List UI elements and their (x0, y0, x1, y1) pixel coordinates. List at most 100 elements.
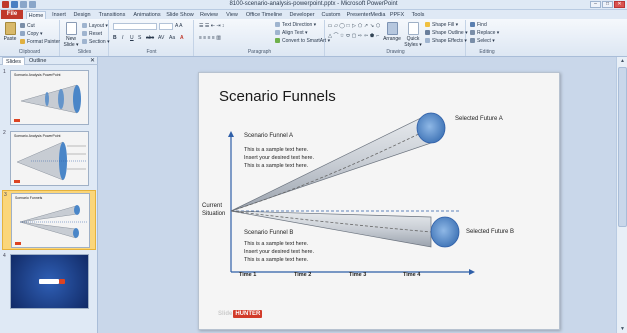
text-direction-button[interactable]: Text Direction ▾ (275, 22, 316, 29)
select-button[interactable]: Select ▾ (470, 38, 495, 45)
thumbnail-funnel-graphic (16, 141, 86, 181)
section-button[interactable]: Section ▾ (82, 39, 110, 46)
editing-label: Editing (479, 49, 495, 55)
tab-custom[interactable]: Custom (320, 11, 342, 19)
find-button[interactable]: Find (470, 22, 487, 29)
time-2-label[interactable]: Time 2 (294, 272, 311, 278)
layout-button[interactable]: Layout ▾ (82, 23, 108, 30)
thumbnail-preview: Scenario Analysis PowerPoint (10, 131, 89, 186)
spacing-button[interactable]: AV (158, 35, 164, 42)
drawing-group: ▭ ▱ ◯ □ ▷ ⬠ ↗ ↘ ⬡ △ ⌒ ☆ ⬭ ▢ ⇨ ⇦ ⬟ ⌐ Arrange Quick Styles … (326, 20, 468, 56)
paragraph-group: ☰ ☰ ⇤ ⇥ ↕ ≡ ≡ ≡ ≡ ▥ Text Direction ▾ Ali… (195, 20, 330, 56)
clipboard-label: Clipboard (18, 49, 41, 55)
tab-tools[interactable]: Tools (409, 11, 427, 19)
slide-thumbnail-1[interactable]: 1 Scenario Analysis PowerPoint (2, 68, 96, 128)
shape-fill-button[interactable]: Shape Fill ▾ (425, 22, 458, 29)
thumbnail-number: 1 (3, 69, 6, 75)
panel-close-icon[interactable]: ✕ (90, 57, 95, 65)
tab-design[interactable]: Design (72, 11, 92, 19)
tab-animations[interactable]: Animations (131, 11, 163, 19)
tab-office-timeline[interactable]: Office Timeline (244, 11, 284, 19)
panel-tabs: Slides Outline ✕ (0, 57, 98, 65)
underline-button[interactable]: U (130, 35, 134, 42)
shapes-gallery[interactable]: ▭ ▱ ◯ □ ▷ ⬠ ↗ ↘ ⬡ △ ⌒ ☆ ⬭ ▢ ⇨ ⇦ ⬟ ⌐ (327, 23, 381, 43)
slide-thumbnail-4[interactable]: 4 (2, 252, 96, 312)
time-4-label[interactable]: Time 4 (403, 272, 420, 278)
strikethrough-button[interactable]: abc (146, 35, 154, 42)
reset-button[interactable]: Reset (82, 31, 102, 38)
copy-icon (20, 31, 25, 36)
slides-group: New Slide ▾ Layout ▾ Reset Section ▾ Sli… (61, 20, 110, 56)
slide-title[interactable]: Scenario Funnels (219, 88, 336, 105)
tab-slide-show[interactable]: Slide Show (166, 11, 194, 19)
pen-icon (425, 30, 430, 35)
selected-future-b-label[interactable]: Selected Future B (466, 229, 514, 235)
tab-home[interactable]: Home (26, 11, 46, 19)
cut-button[interactable]: Cut (20, 23, 35, 30)
grow-font-button[interactable]: A A (175, 23, 183, 30)
slide-thumbnail-2[interactable]: 2 Scenario Analysis PowerPoint (2, 129, 96, 189)
quick-styles-button[interactable]: Quick Styles ▾ (403, 22, 423, 48)
arrange-icon (386, 22, 398, 35)
close-button[interactable]: ✕ (614, 1, 625, 8)
shape-effects-button[interactable]: Shape Effects ▾ (425, 38, 467, 45)
tab-review[interactable]: Review (198, 11, 220, 19)
funnel-b-text[interactable]: This is a sample text here. Insert your … (244, 240, 314, 264)
scroll-down-icon[interactable]: ▼ (618, 325, 627, 333)
shape-option[interactable]: ⬡ (375, 23, 381, 33)
funnel-a-heading[interactable]: Scenario Funnel A (244, 133, 293, 139)
time-1-label[interactable]: Time 1 (239, 272, 256, 278)
layout-icon (82, 23, 87, 28)
paragraph-label: Paragraph (247, 49, 272, 55)
tab-insert[interactable]: Insert (49, 11, 69, 19)
selected-future-a-label[interactable]: Selected Future A (455, 116, 503, 122)
bullets-button[interactable]: ☰ ☰ ⇤ ⇥ ↕ (199, 23, 224, 30)
maximize-button[interactable]: □ (602, 1, 613, 8)
font-color-button[interactable]: A (180, 35, 184, 42)
tab-developer[interactable]: Developer (288, 11, 316, 19)
tab-outline[interactable]: Outline (26, 57, 49, 65)
slide-canvas[interactable]: Scenario Funnels Current Situation Scena… (198, 72, 560, 330)
shape-option[interactable]: ⌐ (375, 33, 381, 43)
minimize-button[interactable]: – (590, 1, 601, 8)
tab-view[interactable]: View (224, 11, 240, 19)
replace-button[interactable]: Replace ▾ (470, 30, 499, 37)
new-slide-button[interactable]: New Slide ▾ (63, 22, 79, 48)
brush-icon (20, 39, 25, 44)
bold-button[interactable]: B (113, 35, 117, 42)
shadow-button[interactable]: S (138, 35, 141, 42)
file-tab[interactable]: File (1, 10, 23, 19)
paste-button[interactable]: Paste (3, 22, 17, 42)
effects-icon (425, 38, 430, 43)
font-label: Font (146, 49, 157, 55)
time-3-label[interactable]: Time 3 (349, 272, 366, 278)
scroll-up-icon[interactable]: ▲ (618, 57, 627, 65)
slides-panel: Slides Outline ✕ 1 Scenario Analysis Pow… (0, 57, 98, 333)
thumbnail-preview: Scenario Analysis PowerPoint (10, 70, 89, 125)
shape-outline-button[interactable]: Shape Outline ▾ (425, 30, 468, 37)
tab-presentermedia[interactable]: PresenterMedia (346, 11, 386, 19)
scroll-thumb[interactable] (618, 67, 627, 227)
vertical-scrollbar[interactable]: ▲ ▼ (616, 57, 627, 333)
funnel-b-heading[interactable]: Scenario Funnel B (244, 230, 293, 236)
convert-smartart-button[interactable]: Convert to SmartArt ▾ (275, 38, 330, 45)
scissors-icon (20, 23, 25, 28)
font-name-box[interactable] (113, 23, 157, 30)
thumbnail-funnel-graphic (20, 84, 81, 114)
format-painter-button[interactable]: Format Painter (20, 39, 60, 46)
arrange-button[interactable]: Arrange (383, 22, 401, 42)
funnel-a-text[interactable]: This is a sample text here. Insert your … (244, 146, 314, 170)
clipboard-group: Paste Cut Copy ▾ Format Painter Clipboar… (0, 20, 60, 56)
align-buttons[interactable]: ≡ ≡ ≡ ≡ ▥ (199, 35, 221, 42)
italic-button[interactable]: I (122, 35, 123, 42)
copy-button[interactable]: Copy ▾ (20, 31, 43, 38)
tab-ppfx[interactable]: PPFX (389, 11, 405, 19)
slide-thumbnail-3[interactable]: 3 Scenario Funnels (2, 190, 96, 250)
align-text-button[interactable]: Align Text ▾ (275, 30, 308, 37)
tab-transitions[interactable]: Transitions (96, 11, 128, 19)
font-size-box[interactable] (159, 23, 173, 30)
current-situation-label[interactable]: Current Situation (202, 202, 225, 218)
change-case-button[interactable]: Aa (169, 35, 175, 42)
tab-slides[interactable]: Slides (2, 57, 25, 65)
ribbon-tabs: File Home Insert Design Transitions Anim… (0, 10, 627, 19)
